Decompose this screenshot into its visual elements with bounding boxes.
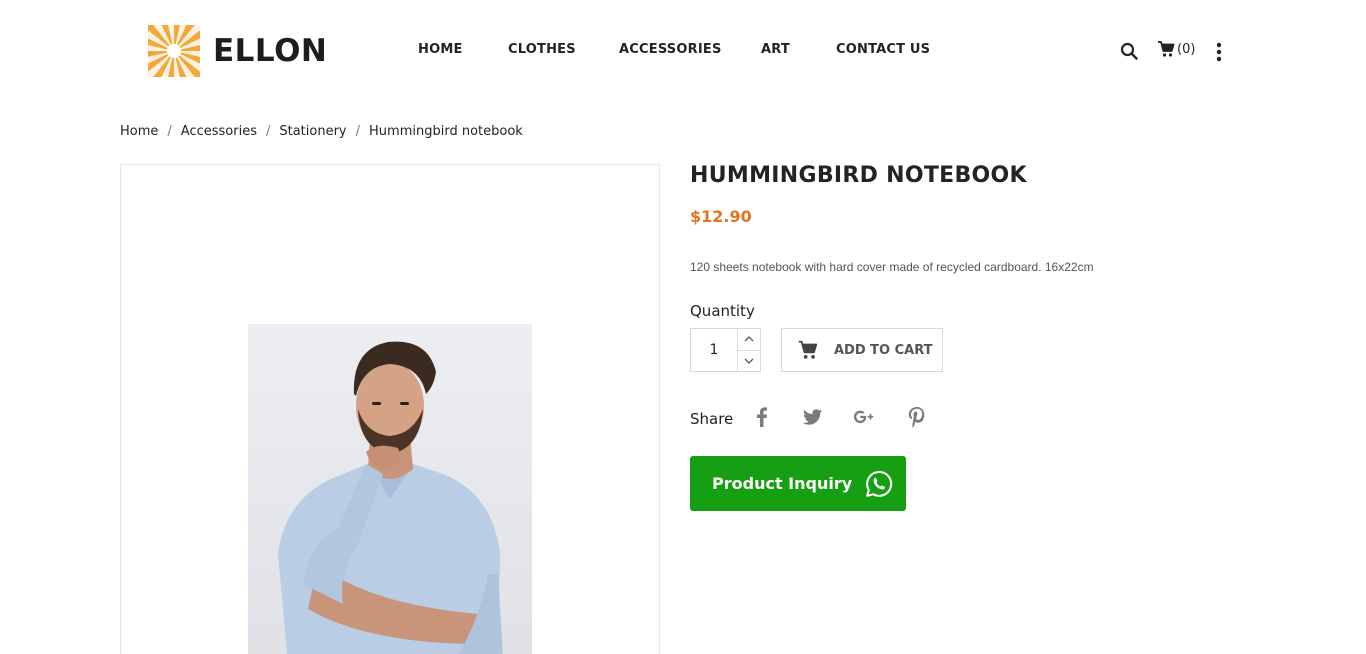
breadcrumb-separator: / — [167, 124, 172, 139]
quantity-arrows — [737, 329, 760, 371]
share-google-plus[interactable] — [852, 405, 876, 429]
google-plus-icon — [853, 410, 874, 424]
nav-clothes[interactable]: CLOTHES — [508, 42, 576, 57]
nav-accessories[interactable]: ACCESSORIES — [619, 42, 722, 57]
breadcrumb-separator: / — [355, 124, 361, 139]
share-facebook[interactable] — [750, 405, 774, 429]
breadcrumb: Home / Accessories / Stationery / Hummin… — [120, 124, 523, 139]
quantity-decrease-button[interactable] — [738, 349, 760, 372]
cart-icon — [1158, 41, 1175, 57]
cart-count: (0) — [1177, 41, 1196, 57]
model-photo-illustration — [248, 324, 532, 654]
quantity-stepper — [690, 328, 761, 372]
add-to-cart-label: ADD TO CART — [834, 342, 933, 358]
facebook-icon — [757, 407, 767, 427]
product-description: 120 sheets notebook with hard cover made… — [690, 260, 1094, 274]
breadcrumb-separator: / — [265, 124, 271, 139]
search-icon[interactable] — [1120, 42, 1138, 60]
product-price: $12.90 — [690, 207, 752, 226]
product-title: HUMMINGBIRD NOTEBOOK — [690, 163, 1027, 188]
cart-link[interactable]: (0) — [1157, 40, 1195, 58]
breadcrumb-current: Hummingbird notebook — [369, 124, 523, 139]
chevron-down-icon — [744, 358, 754, 364]
quantity-label: Quantity — [690, 302, 755, 320]
share-pinterest[interactable] — [905, 405, 929, 429]
whatsapp-icon — [866, 470, 893, 497]
product-inquiry-button[interactable]: Product Inquiry — [690, 456, 906, 511]
pinterest-icon — [908, 407, 925, 428]
breadcrumb-home[interactable]: Home — [120, 124, 158, 139]
product-image-frame — [120, 164, 660, 654]
nav-contact-us[interactable]: CONTACT US — [836, 42, 930, 57]
quantity-increase-button[interactable] — [738, 329, 760, 350]
quantity-input[interactable] — [691, 329, 737, 371]
site-header: ELLON HOME CLOTHES ACCESSORIES ART CONTA… — [0, 0, 1366, 100]
share-twitter[interactable] — [801, 405, 825, 429]
product-photo[interactable] — [248, 324, 532, 654]
chevron-up-icon — [744, 336, 754, 342]
share-label: Share — [690, 410, 734, 428]
breadcrumb-accessories[interactable]: Accessories — [181, 124, 257, 139]
nav-home[interactable]: HOME — [418, 42, 463, 57]
nav-art[interactable]: ART — [761, 42, 790, 57]
breadcrumb-stationery[interactable]: Stationery — [279, 124, 346, 139]
add-to-cart-button[interactable]: ADD TO CART — [781, 328, 943, 372]
more-icon[interactable] — [1214, 42, 1224, 62]
twitter-icon — [802, 409, 823, 425]
shopping-cart-icon — [798, 340, 818, 359]
product-inquiry-label: Product Inquiry — [712, 474, 853, 493]
